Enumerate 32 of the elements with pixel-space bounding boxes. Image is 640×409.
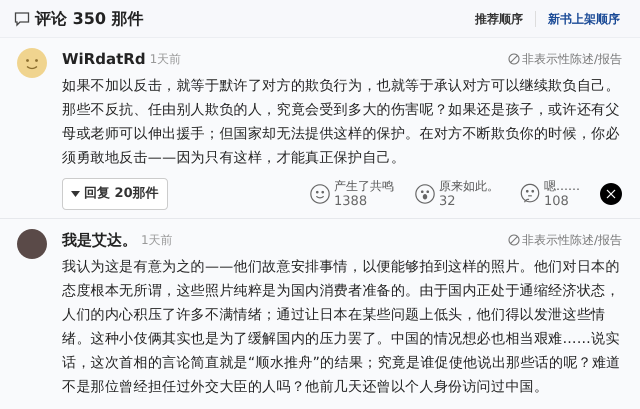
reaction-label: 嗯…… — [544, 179, 580, 194]
reaction-button[interactable]: 产生了共鸣 1388 — [309, 179, 394, 209]
reaction-button[interactable]: 原来如此。 32 — [414, 179, 499, 209]
reaction-button[interactable]: 嗯…… 108 — [519, 179, 580, 209]
comment-icon — [14, 10, 30, 26]
sort-tab[interactable]: 推荐顺序 — [475, 10, 523, 28]
comment-text: 我认为这是有意为之的——他们故意安排事情，以便能够拍到这样的照片。他们对日本的态度根本无所谓，这些照片纯粹是为国内消费者准备的。由于国内正处于通缩经济状态，人们的内心积压了许多不满情绪；通过让日本在某些问题上低头，他们得以发泄这些情绪。这种小伎俩其实也是为了缓解国内的压力罢了。中国的情况想必也相当艰难……说实话，这次首相的言论简直就是“顺水推舟”的结果；究竟是谁促使他说出那些话的呢？难道不是那位曾经担任过外交大臣的人吗？他前几天还曾以个人身份访问过中国。 — [62, 258, 622, 397]
reaction-count: 108 — [544, 194, 569, 209]
x-share-button[interactable] — [600, 183, 622, 205]
reaction-count: 1388 — [334, 194, 368, 209]
prohibited-icon — [508, 234, 520, 246]
caret-icon — [71, 191, 80, 197]
comments-title: 评论 350 那件 — [35, 8, 144, 30]
smiley-avatar-icon — [17, 48, 47, 78]
surprised-face-icon — [414, 183, 436, 205]
report-link[interactable]: 非表示性陈述/报告 — [508, 231, 622, 249]
smile-icon — [309, 183, 331, 205]
username[interactable]: WiRdatRd — [62, 48, 146, 70]
username[interactable]: 我是艾达。 — [62, 228, 137, 252]
reaction-count: 32 — [439, 194, 456, 209]
comment-time: 1天前 — [141, 232, 173, 249]
avatar-photo-placeholder — [17, 229, 47, 259]
prohibited-icon — [508, 53, 520, 65]
report-link[interactable]: 非表示性陈述/报告 — [508, 50, 622, 68]
reaction-label: 原来如此。 — [439, 179, 499, 194]
comment-text: 如果不加以反击，就等于默许了对方的欺负行为，也就等于承认对方可以继续欺负自己。那些不反抗、任由别人欺负的人，究竟会受到多大的伤害呢？如果还是孩子，或许还有父母或老师可以伸出援手；但国家却无法提供这样的保护。在对方不断欺负你的时候，你必须勇敢地反击——因为只有这样，才能真正保护自己。 — [62, 77, 621, 168]
replies-button[interactable]: 回复 20那件 — [62, 178, 168, 210]
thinking-face-icon — [519, 183, 541, 205]
reaction-label: 产生了共鸣 — [334, 179, 394, 194]
comment-time: 1天前 — [150, 51, 182, 68]
x-logo-icon — [606, 189, 616, 199]
sort-tab[interactable]: 新书上架顺序 — [548, 10, 620, 28]
